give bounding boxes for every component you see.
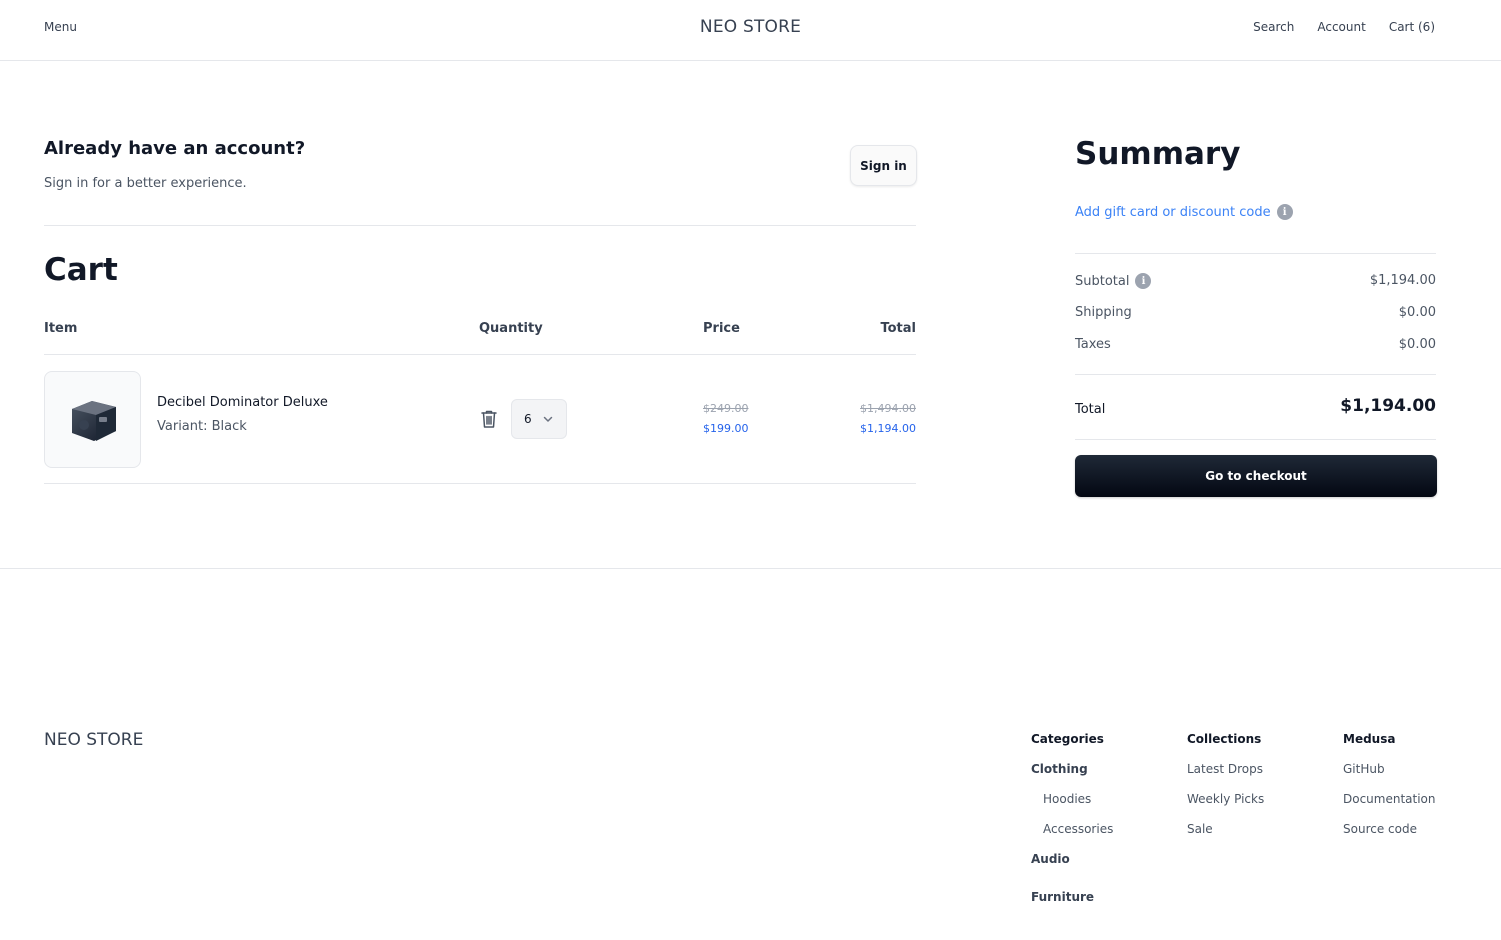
product-name[interactable]: Decibel Dominator Deluxe xyxy=(157,395,328,410)
divider xyxy=(1075,439,1436,440)
cart-title: Cart xyxy=(44,252,118,288)
footer-heading-medusa: Medusa xyxy=(1343,732,1396,746)
column-header-total: Total xyxy=(880,321,916,336)
chevron-down-icon xyxy=(543,416,553,422)
header-nav: Search Account Cart (6) xyxy=(1253,20,1435,34)
remove-item-button[interactable] xyxy=(478,408,500,430)
footer-link-furniture[interactable]: Furniture xyxy=(1031,890,1094,904)
footer-link-documentation[interactable]: Documentation xyxy=(1343,792,1436,822)
menu-button[interactable]: Menu xyxy=(44,20,77,34)
line-total-sale: $1,194.00 xyxy=(860,422,916,435)
unit-price-sale: $199.00 xyxy=(703,422,749,435)
footer-link-clothing[interactable]: Clothing xyxy=(1031,762,1113,792)
account-link[interactable]: Account xyxy=(1317,20,1365,34)
subtotal-label: Subtotal xyxy=(1075,273,1130,289)
quantity-select[interactable]: 6 xyxy=(511,399,567,439)
taxes-row: Taxes $0.00 xyxy=(1075,337,1436,352)
footer-link-weekly-picks[interactable]: Weekly Picks xyxy=(1187,792,1264,822)
site-header: Menu NEO STORE Search Account Cart (6) xyxy=(0,0,1501,61)
footer-link-accessories[interactable]: Accessories xyxy=(1031,822,1113,852)
footer-link-sale[interactable]: Sale xyxy=(1187,822,1264,852)
column-header-quantity: Quantity xyxy=(479,321,543,336)
gift-card-link[interactable]: Add gift card or discount code i xyxy=(1075,204,1293,220)
info-icon[interactable]: i xyxy=(1276,204,1293,220)
taxes-value: $0.00 xyxy=(1398,337,1436,352)
account-prompt-title: Already have an account? xyxy=(44,138,306,159)
footer-link-hoodies[interactable]: Hoodies xyxy=(1031,792,1113,822)
quantity-value: 6 xyxy=(524,412,532,426)
total-row: Total $1,194.00 xyxy=(1075,396,1436,417)
gift-card-link-label: Add gift card or discount code xyxy=(1075,204,1271,220)
taxes-label: Taxes xyxy=(1075,337,1111,352)
shipping-label: Shipping xyxy=(1075,305,1132,320)
shipping-row: Shipping $0.00 xyxy=(1075,305,1436,320)
footer-medusa: Medusa GitHub Documentation Source code xyxy=(1343,732,1436,852)
account-prompt-subtitle: Sign in for a better experience. xyxy=(44,176,247,191)
product-variant: Variant: Black xyxy=(157,419,247,434)
divider xyxy=(44,225,916,226)
column-header-item: Item xyxy=(44,321,78,336)
total-label: Total xyxy=(1075,402,1106,417)
footer-brand-link[interactable]: NEO STORE xyxy=(44,730,143,750)
subtotal-row: Subtotal i $1,194.00 xyxy=(1075,273,1436,289)
footer-link-source-code[interactable]: Source code xyxy=(1343,822,1436,852)
subtotal-value: $1,194.00 xyxy=(1369,273,1436,288)
footer-categories: Categories Clothing Hoodies Accessories … xyxy=(1031,732,1113,882)
total-value: $1,194.00 xyxy=(1340,396,1436,416)
footer-collections: Collections Latest Drops Weekly Picks Sa… xyxy=(1187,732,1264,852)
divider xyxy=(1075,374,1436,375)
product-thumbnail[interactable] xyxy=(44,371,141,468)
divider xyxy=(44,354,916,355)
checkout-button[interactable]: Go to checkout xyxy=(1075,455,1437,497)
brand-logo-link[interactable]: NEO STORE xyxy=(700,17,801,37)
footer-link-audio[interactable]: Audio xyxy=(1031,852,1113,882)
footer-heading-collections: Collections xyxy=(1187,732,1262,746)
summary-title: Summary xyxy=(1075,136,1241,172)
trash-icon xyxy=(481,410,497,428)
search-link[interactable]: Search xyxy=(1253,20,1294,34)
column-header-price: Price xyxy=(703,321,740,336)
unit-price-original: $249.00 xyxy=(703,402,749,415)
cart-link[interactable]: Cart (6) xyxy=(1389,20,1435,34)
sign-in-button[interactable]: Sign in xyxy=(850,145,917,186)
shipping-value: $0.00 xyxy=(1398,305,1436,320)
line-total-original: $1,494.00 xyxy=(860,402,916,415)
speaker-product-image xyxy=(71,400,116,441)
info-icon[interactable]: i xyxy=(1135,273,1152,289)
footer-divider xyxy=(0,568,1501,569)
footer-link-latest-drops[interactable]: Latest Drops xyxy=(1187,762,1264,792)
footer-link-github[interactable]: GitHub xyxy=(1343,762,1436,792)
footer-heading-categories: Categories xyxy=(1031,732,1104,746)
divider xyxy=(1075,253,1436,254)
divider xyxy=(44,483,916,484)
